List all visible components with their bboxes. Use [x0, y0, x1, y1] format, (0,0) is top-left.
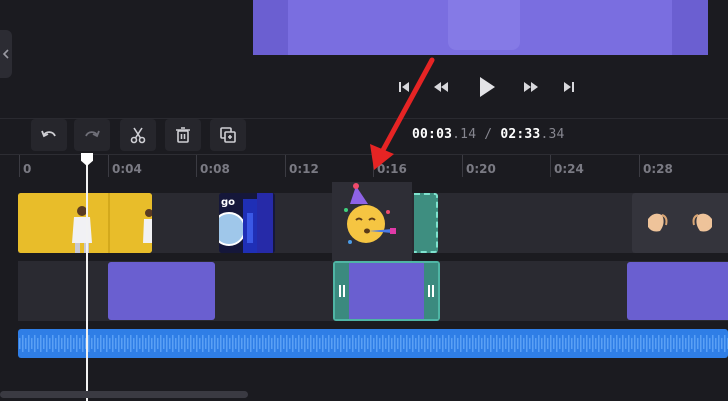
time-separator: / [484, 127, 493, 142]
ruler-tick-label: 0:20 [466, 162, 496, 176]
ruler-tick [108, 155, 109, 177]
audio-waveform-icon [18, 329, 728, 358]
audio-clip[interactable] [18, 329, 728, 358]
scissors-icon [130, 127, 146, 144]
overlay-clip-selected[interactable] [333, 261, 440, 321]
trash-icon [176, 127, 190, 143]
ruler-tick-label: 0:08 [200, 162, 230, 176]
trim-handle-left[interactable] [335, 263, 349, 319]
undo-button[interactable] [31, 119, 67, 151]
ruler-tick [639, 155, 640, 177]
total-time-fraction: .34 [540, 127, 565, 142]
woman-thumbnail-icon [18, 193, 152, 253]
chevron-left-icon [2, 49, 9, 59]
redo-icon [85, 130, 100, 138]
split-button[interactable] [120, 119, 156, 151]
graphic-text: go [221, 197, 236, 208]
grip-icon [339, 285, 345, 297]
ruler-tick-label: 0:12 [289, 162, 319, 176]
party-face-emoji-icon [344, 183, 396, 244]
overlay-clip[interactable] [627, 262, 728, 320]
ruler-tick-label: 0:24 [554, 162, 584, 176]
trim-handle-right[interactable] [424, 263, 438, 319]
timeline-scrollbar[interactable] [0, 391, 248, 398]
redo-button[interactable] [74, 119, 110, 151]
ruler-tick-label: 0:04 [112, 162, 142, 176]
duplicate-button[interactable] [210, 119, 246, 151]
side-panel-toggle[interactable] [0, 30, 12, 78]
overlay-clip-body [349, 263, 424, 319]
video-preview-subject [448, 0, 520, 50]
undo-icon [41, 130, 56, 138]
video-clip-hands[interactable] [632, 193, 728, 253]
ruler-tick-label: 0 [23, 162, 32, 176]
hands-emoji-icon [648, 213, 712, 232]
overlay-clip[interactable] [108, 262, 215, 320]
red-arrow-annotation [370, 57, 435, 170]
ruler-tick [19, 155, 20, 177]
ruler-tick [285, 155, 286, 177]
play-icon [480, 77, 495, 97]
total-time: 02:33 [500, 127, 541, 142]
fast-forward-button[interactable] [519, 70, 543, 104]
current-time-fraction: .14 [452, 127, 477, 142]
ruler-tick [550, 155, 551, 177]
play-button[interactable] [472, 70, 502, 104]
duplicate-icon [220, 127, 236, 143]
video-clip-graphic[interactable]: go [219, 193, 275, 253]
delete-button[interactable] [165, 119, 201, 151]
skip-to-end-icon [564, 82, 574, 92]
grip-icon [428, 285, 434, 297]
fast-forward-icon [524, 82, 538, 92]
ruler-tick [462, 155, 463, 177]
ruler-tick-label: 0:28 [643, 162, 673, 176]
ruler-tick [196, 155, 197, 177]
emoji-sticker-clip[interactable] [332, 182, 412, 262]
playhead[interactable] [86, 160, 88, 401]
skip-to-end-button[interactable] [558, 70, 580, 104]
video-clip-teal[interactable] [414, 193, 438, 253]
video-clip-woman[interactable] [18, 193, 152, 253]
